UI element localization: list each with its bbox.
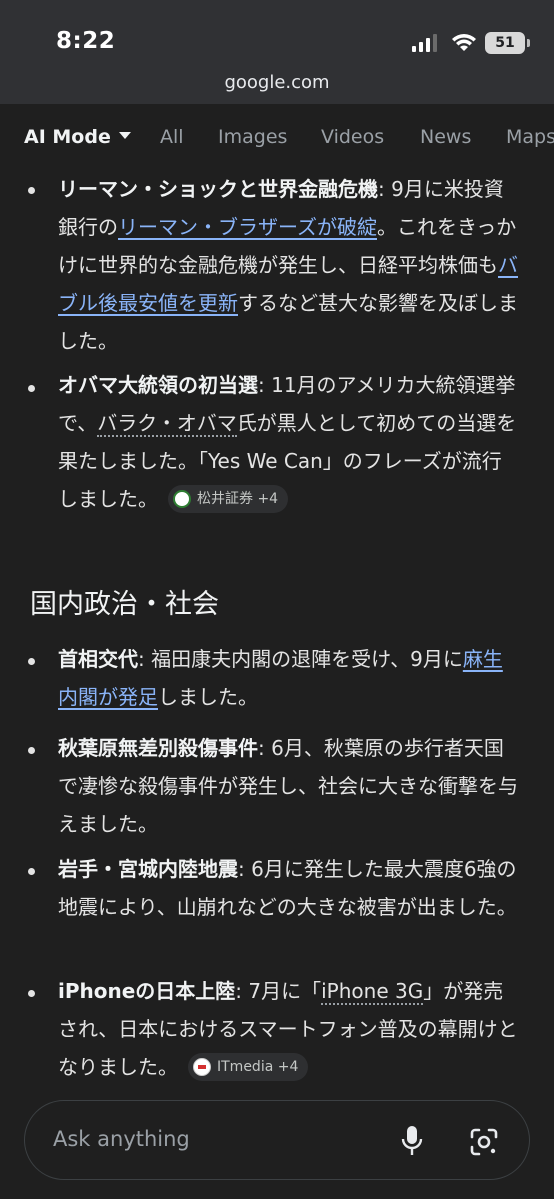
ai-answer: リーマン・ショックと世界金融危機: 9月に米投資銀行のリーマン・ブラザーズが破綻… <box>0 168 554 1088</box>
item-title: 首相交代 <box>58 647 138 671</box>
list-item: iPhoneの日本上陸: 7月に「iPhone 3G」が発売され、日本におけるス… <box>58 972 520 1086</box>
battery-cap <box>527 39 530 47</box>
bullet <box>28 868 35 875</box>
url-bar[interactable]: google.com <box>0 72 554 104</box>
item-text: しました。 <box>158 685 258 709</box>
item-title: 岩手・宮城内陸地震 <box>58 857 238 881</box>
entity-iphone-3g[interactable]: iPhone 3G <box>321 979 424 1005</box>
tab-news[interactable]: News <box>420 126 471 148</box>
status-bar: 8:22 51 <box>0 0 554 72</box>
section-heading: 国内政治・社会 <box>30 589 219 620</box>
matsui-logo-icon <box>173 489 191 508</box>
list-item: 首相交代: 福田康夫内閣の退陣を受け、9月に麻生内閣が発足しました。 <box>58 640 520 716</box>
ask-input[interactable]: Ask anything <box>24 1100 530 1180</box>
link-lehman-brothers[interactable]: リーマン・ブラザーズが破綻 <box>118 215 377 239</box>
item-title: オバマ大統領の初当選 <box>58 373 258 397</box>
list-item: 岩手・宮城内陸地震: 6月に発生した最大震度6強の地震により、山崩れなどの大きな… <box>58 850 520 926</box>
source-chip-label: 松井証券 +4 <box>197 490 279 507</box>
microphone-icon[interactable] <box>401 1125 423 1157</box>
list-item: 秋葉原無差別殺傷事件: 6月、秋葉原の歩行者天国で凄惨な殺傷事件が発生し、社会に… <box>58 729 520 843</box>
item-title: iPhoneの日本上陸 <box>58 979 236 1003</box>
bottom-bar: Ask anything <box>0 1088 554 1199</box>
itmedia-logo-icon <box>193 1057 211 1076</box>
tab-ai-mode[interactable]: AI Mode <box>24 126 131 148</box>
list-item: オバマ大統領の初当選: 11月のアメリカ大統領選挙で、バラク・オバマ氏が黒人とし… <box>58 366 520 518</box>
item-title: リーマン・ショックと世界金融危機 <box>58 177 378 201</box>
entity-barack-obama[interactable]: バラク・オバマ <box>97 411 237 437</box>
tab-all[interactable]: All <box>160 126 184 148</box>
cellular-signal-icon <box>412 34 437 52</box>
list-item: リーマン・ショックと世界金融危機: 9月に米投資銀行のリーマン・ブラザーズが破綻… <box>58 170 520 360</box>
tab-videos[interactable]: Videos <box>321 126 384 148</box>
wifi-icon <box>452 34 476 51</box>
chevron-down-icon <box>118 132 131 139</box>
source-chip[interactable]: ITmedia +4 <box>188 1052 309 1081</box>
bullet <box>28 990 35 997</box>
url-text[interactable]: google.com <box>0 72 554 93</box>
battery-icon: 51 <box>485 32 525 54</box>
bullet <box>28 187 35 194</box>
item-title: 秋葉原無差別殺傷事件 <box>58 736 258 760</box>
item-text: : 7月に「 <box>235 979 322 1003</box>
item-text: : 福田康夫内閣の退陣を受け、9月に <box>138 647 463 671</box>
status-time: 8:22 <box>56 28 116 54</box>
source-chip-label: ITmedia +4 <box>217 1058 299 1075</box>
tab-label: AI Mode <box>24 126 111 148</box>
bullet <box>28 658 35 665</box>
tab-maps[interactable]: Maps <box>506 126 554 148</box>
source-chip[interactable]: 松井証券 +4 <box>168 484 289 513</box>
google-lens-icon[interactable] <box>469 1127 499 1157</box>
tab-images[interactable]: Images <box>218 126 287 148</box>
bullet <box>28 385 35 392</box>
ask-placeholder: Ask anything <box>53 1127 190 1151</box>
battery-level: 51 <box>495 35 515 51</box>
bullet <box>28 747 35 754</box>
search-tabs: AI Mode All Images Videos News Maps <box>0 104 554 168</box>
